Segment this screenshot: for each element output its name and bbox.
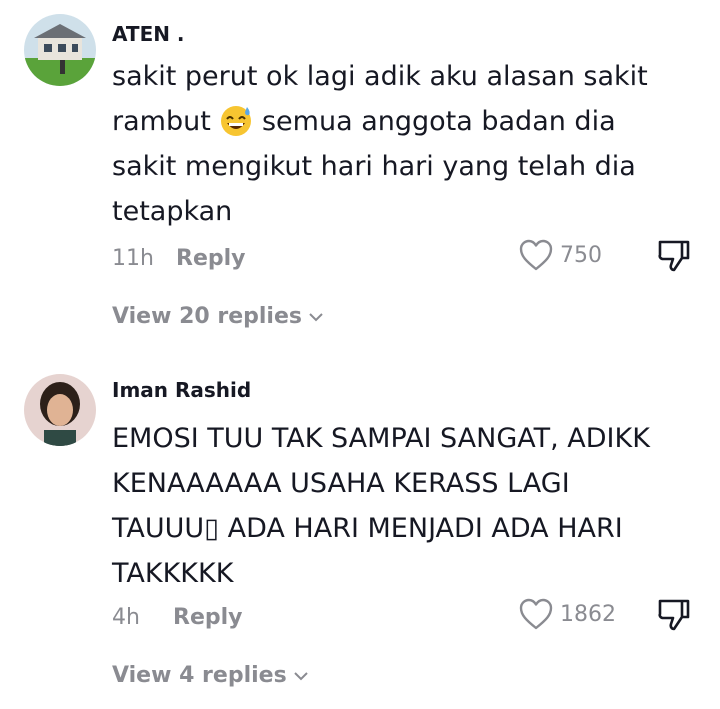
reply-button[interactable]: Reply [176,246,246,271]
like-button[interactable]: 1862 [518,597,616,631]
comment-text-segment: rambut [112,106,211,137]
view-replies-button[interactable]: View 20 replies [112,304,324,329]
comment-text-line: rambut semua anggota badan dia [112,99,712,144]
chevron-down-icon [309,312,323,321]
comment-text-line: TAUUU▯ ADA HARI MENJADI ADA HARI [112,513,623,544]
view-replies-label: View 20 replies [112,304,302,329]
comment-text-line: EMOSI TUU TAK SAMPAI SANGAT, ADIKK [112,423,650,454]
view-replies-label: View 4 replies [112,663,287,688]
avatar[interactable] [24,14,96,86]
like-count: 1862 [560,601,616,627]
chevron-down-icon [293,671,308,680]
thumbs-down-icon [658,240,690,272]
comment-timestamp: 11h [112,246,154,271]
avatar[interactable] [24,374,96,446]
comment-username[interactable]: Iman Rashid [112,378,251,402]
thumbs-down-icon [658,599,690,631]
comment-username[interactable]: ATEN . [112,22,185,46]
comment-text-line: sakit mengikut hari hari yang telah dia [112,151,636,182]
heart-outline-icon [519,239,553,271]
comment-text-line: sakit perut ok lagi adik aku alasan saki… [112,61,648,92]
heart-outline-icon [519,598,553,630]
comment-text-line: tetapkan [112,196,233,227]
dislike-button[interactable] [656,597,692,633]
comment-text: sakit perut ok lagi adik aku alasan saki… [112,54,712,234]
comment-item: Iman Rashid EMOSI TUU TAK SAMPAI SANGAT,… [0,360,720,709]
comment-text-segment: semua anggota badan dia [261,106,616,137]
comment-timestamp: 4h [112,605,140,630]
view-replies-button[interactable]: View 4 replies [112,663,309,688]
comment-text-line: TAKKKKK [112,558,234,589]
reply-button[interactable]: Reply [173,605,243,630]
comment-text: EMOSI TUU TAK SAMPAI SANGAT, ADIKK KENAA… [112,416,712,596]
dislike-button[interactable] [656,238,692,274]
comment-item: ATEN . sakit perut ok lagi adik aku alas… [0,0,720,350]
like-count: 750 [560,242,602,268]
grinning-sweat-emoji [221,105,252,136]
like-button[interactable]: 750 [518,238,602,272]
comment-text-line: KENAAAAAA USAHA KERASS LAGI [112,468,570,499]
